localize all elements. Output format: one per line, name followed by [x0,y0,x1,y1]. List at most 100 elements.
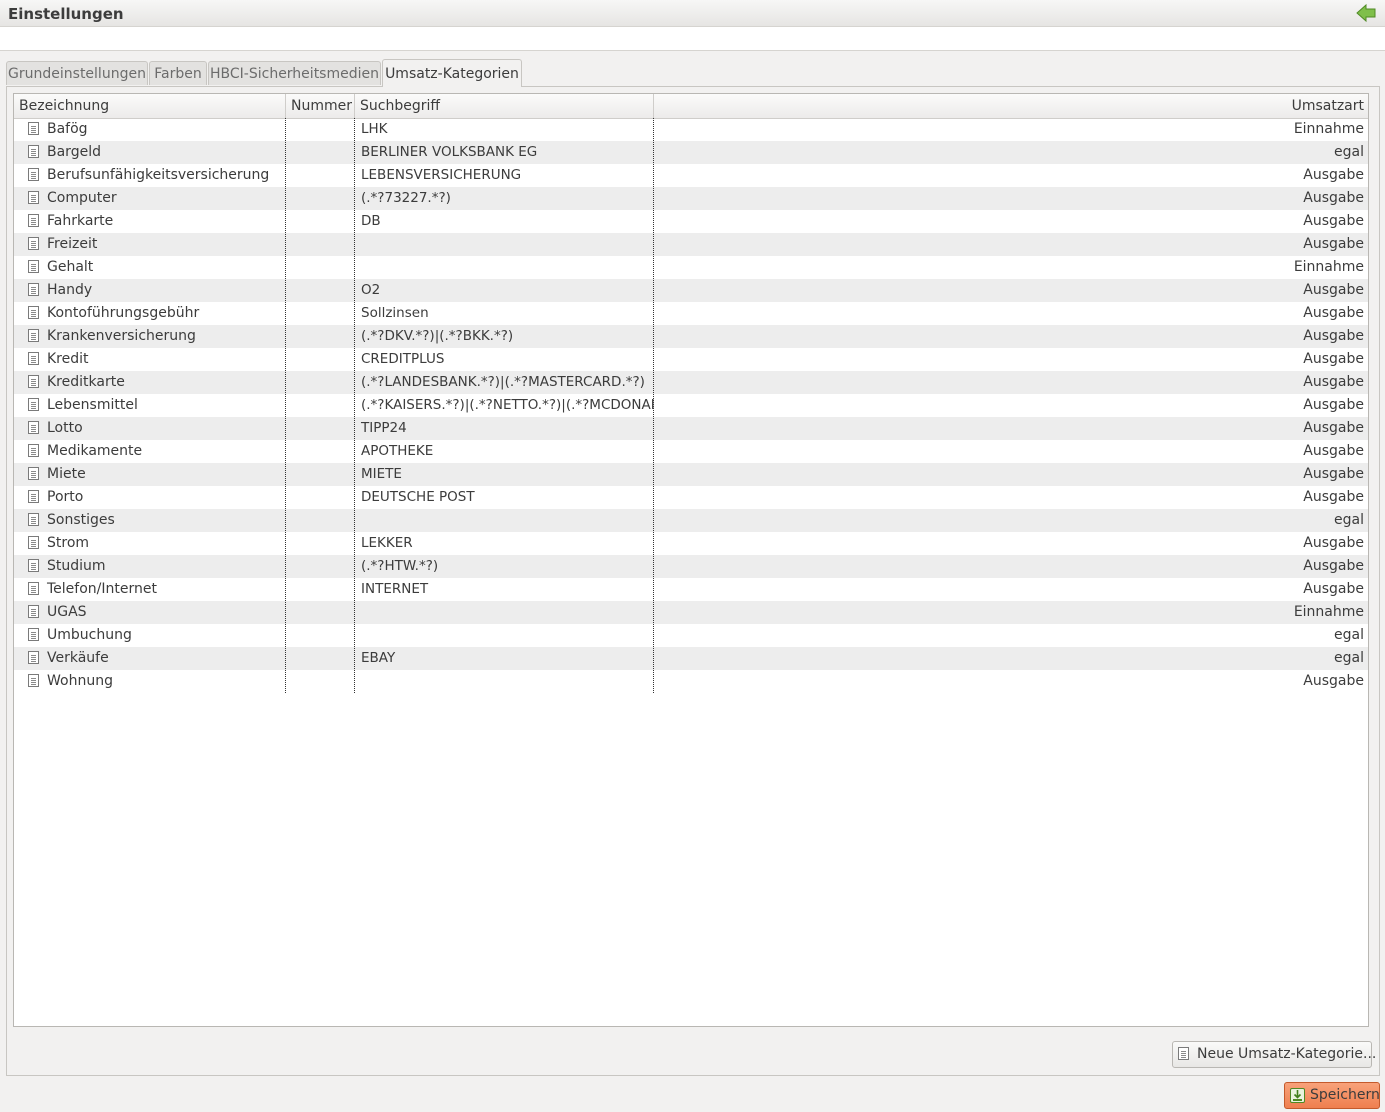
cell-suchbegriff-text: CREDITPLUS [361,351,445,367]
table-row[interactable]: Porto DEUTSCHE POST Ausgabe [14,486,1368,509]
cell-bezeichnung-text: Freizeit [47,236,98,252]
cell-umsatzart-text: Ausgabe [1303,282,1364,298]
cell-umsatzart: egal [654,647,1368,670]
table-row[interactable]: Lotto TIPP24 Ausgabe [14,417,1368,440]
cell-umsatzart-text: Ausgabe [1303,190,1364,206]
cell-umsatzart: egal [654,509,1368,532]
tab-hbci-sicherheitsmedien[interactable]: HBCI-Sicherheitsmedien [208,61,381,85]
cell-suchbegriff-text: (.*?LANDESBANK.*?)|(.*?MASTERCARD.*?) [361,374,645,390]
document-icon [28,536,39,549]
cell-bezeichnung-text: Lebensmittel [47,397,138,413]
header-area [0,27,1385,51]
cell-umsatzart: Ausgabe [654,164,1368,187]
cell-umsatzart: Ausgabe [654,233,1368,256]
table-row[interactable]: Telefon/Internet INTERNET Ausgabe [14,578,1368,601]
cell-suchbegriff: O2 [355,279,654,302]
cell-nummer [286,210,355,233]
cell-bezeichnung: Verkäufe [14,647,286,670]
cell-suchbegriff: LEBENSVERSICHERUNG [355,164,654,187]
table-row[interactable]: Krankenversicherung (.*?DKV.*?)|(.*?BKK.*… [14,325,1368,348]
table-row[interactable]: Miete MIETE Ausgabe [14,463,1368,486]
document-icon [28,467,39,480]
cell-umsatzart-text: Einnahme [1293,604,1364,620]
table-row[interactable]: Kontoführungsgebühr Sollzinsen Ausgabe [14,302,1368,325]
cell-suchbegriff-text: DEUTSCHE POST [361,489,475,505]
column-header-umsatzart[interactable]: Umsatzart [654,94,1368,118]
cell-nummer [286,463,355,486]
tab-grundeinstellungen[interactable]: Grundeinstellungen [6,61,148,85]
cell-bezeichnung-text: Studium [47,558,106,574]
column-header-suchbegriff[interactable]: Suchbegriff [355,94,654,118]
table-row[interactable]: Lebensmittel (.*?KAISERS.*?)|(.*?NETTO.*?… [14,394,1368,417]
window-title: Einstellungen [8,5,124,23]
document-icon [28,283,39,296]
cell-suchbegriff [355,601,654,624]
table-row[interactable]: Kreditkarte (.*?LANDESBANK.*?)|(.*?MASTER… [14,371,1368,394]
cell-umsatzart-text: Ausgabe [1303,328,1364,344]
table-row[interactable]: Bargeld BERLINER VOLKSBANK EG egal [14,141,1368,164]
cell-suchbegriff: DEUTSCHE POST [355,486,654,509]
cell-nummer [286,624,355,647]
cell-bezeichnung: Bargeld [14,141,286,164]
document-icon [28,375,39,388]
table-row[interactable]: Gehalt Einnahme [14,256,1368,279]
cell-umsatzart: Ausgabe [654,325,1368,348]
cell-suchbegriff: Sollzinsen [355,302,654,325]
cell-suchbegriff: APOTHEKE [355,440,654,463]
table-row[interactable]: Berufsunfähigkeitsversicherung LEBENSVERS… [14,164,1368,187]
table-row[interactable]: Umbuchung egal [14,624,1368,647]
cell-bezeichnung-text: Kreditkarte [47,374,125,390]
cell-umsatzart: Ausgabe [654,555,1368,578]
cell-umsatzart-text: Ausgabe [1303,673,1364,689]
table-row[interactable]: Kredit CREDITPLUS Ausgabe [14,348,1368,371]
cell-nummer [286,118,355,141]
table-row[interactable]: Wohnung Ausgabe [14,670,1368,693]
cell-umsatzart: Ausgabe [654,394,1368,417]
table-row[interactable]: Sonstiges egal [14,509,1368,532]
table-row[interactable]: Verkäufe EBAY egal [14,647,1368,670]
new-category-label: Neue Umsatz-Kategorie... [1197,1046,1377,1062]
cell-suchbegriff: MIETE [355,463,654,486]
table-row[interactable]: Freizeit Ausgabe [14,233,1368,256]
table-row[interactable]: UGAS Einnahme [14,601,1368,624]
cell-bezeichnung: Handy [14,279,286,302]
cell-umsatzart-text: Ausgabe [1303,489,1364,505]
table-row[interactable]: Studium (.*?HTW.*?) Ausgabe [14,555,1368,578]
cell-nummer [286,532,355,555]
cell-umsatzart-text: egal [1334,650,1364,666]
table-row[interactable]: Medikamente APOTHEKE Ausgabe [14,440,1368,463]
cell-suchbegriff: TIPP24 [355,417,654,440]
cell-umsatzart-text: Ausgabe [1303,236,1364,252]
document-icon [28,651,39,664]
new-category-button[interactable]: Neue Umsatz-Kategorie... [1172,1041,1376,1068]
table-row[interactable]: Strom LEKKER Ausgabe [14,532,1368,555]
cell-umsatzart: Ausgabe [654,486,1368,509]
cell-nummer [286,601,355,624]
tab-umsatz-kategorien[interactable]: Umsatz-Kategorien [382,59,522,87]
document-icon [28,398,39,411]
back-arrow-icon[interactable] [1355,3,1377,23]
cell-umsatzart-text: egal [1334,512,1364,528]
cell-nummer [286,394,355,417]
column-header-nummer[interactable]: Nummer [286,94,355,118]
table-row[interactable]: Bafög LHK Einnahme [14,118,1368,141]
save-button[interactable]: Speichern [1284,1082,1380,1109]
table-row[interactable]: Computer (.*?73227.*?) Ausgabe [14,187,1368,210]
column-header-bezeichnung[interactable]: Bezeichnung [14,94,286,118]
table-row[interactable]: Fahrkarte DB Ausgabe [14,210,1368,233]
tab-farben[interactable]: Farben [149,61,207,85]
save-label: Speichern [1310,1087,1380,1103]
cell-nummer [286,670,355,693]
cell-suchbegriff-text: BERLINER VOLKSBANK EG [361,144,538,160]
cell-umsatzart: Ausgabe [654,302,1368,325]
cell-umsatzart: Ausgabe [654,187,1368,210]
cell-suchbegriff-text: EBAY [361,650,396,666]
cell-bezeichnung-text: Medikamente [47,443,143,459]
cell-bezeichnung: Lotto [14,417,286,440]
cell-umsatzart: Ausgabe [654,348,1368,371]
cell-umsatzart-text: Ausgabe [1303,466,1364,482]
cell-umsatzart-text: Ausgabe [1303,420,1364,436]
table-row[interactable]: Handy O2 Ausgabe [14,279,1368,302]
cell-suchbegriff-text: TIPP24 [361,420,407,436]
cell-bezeichnung: Porto [14,486,286,509]
